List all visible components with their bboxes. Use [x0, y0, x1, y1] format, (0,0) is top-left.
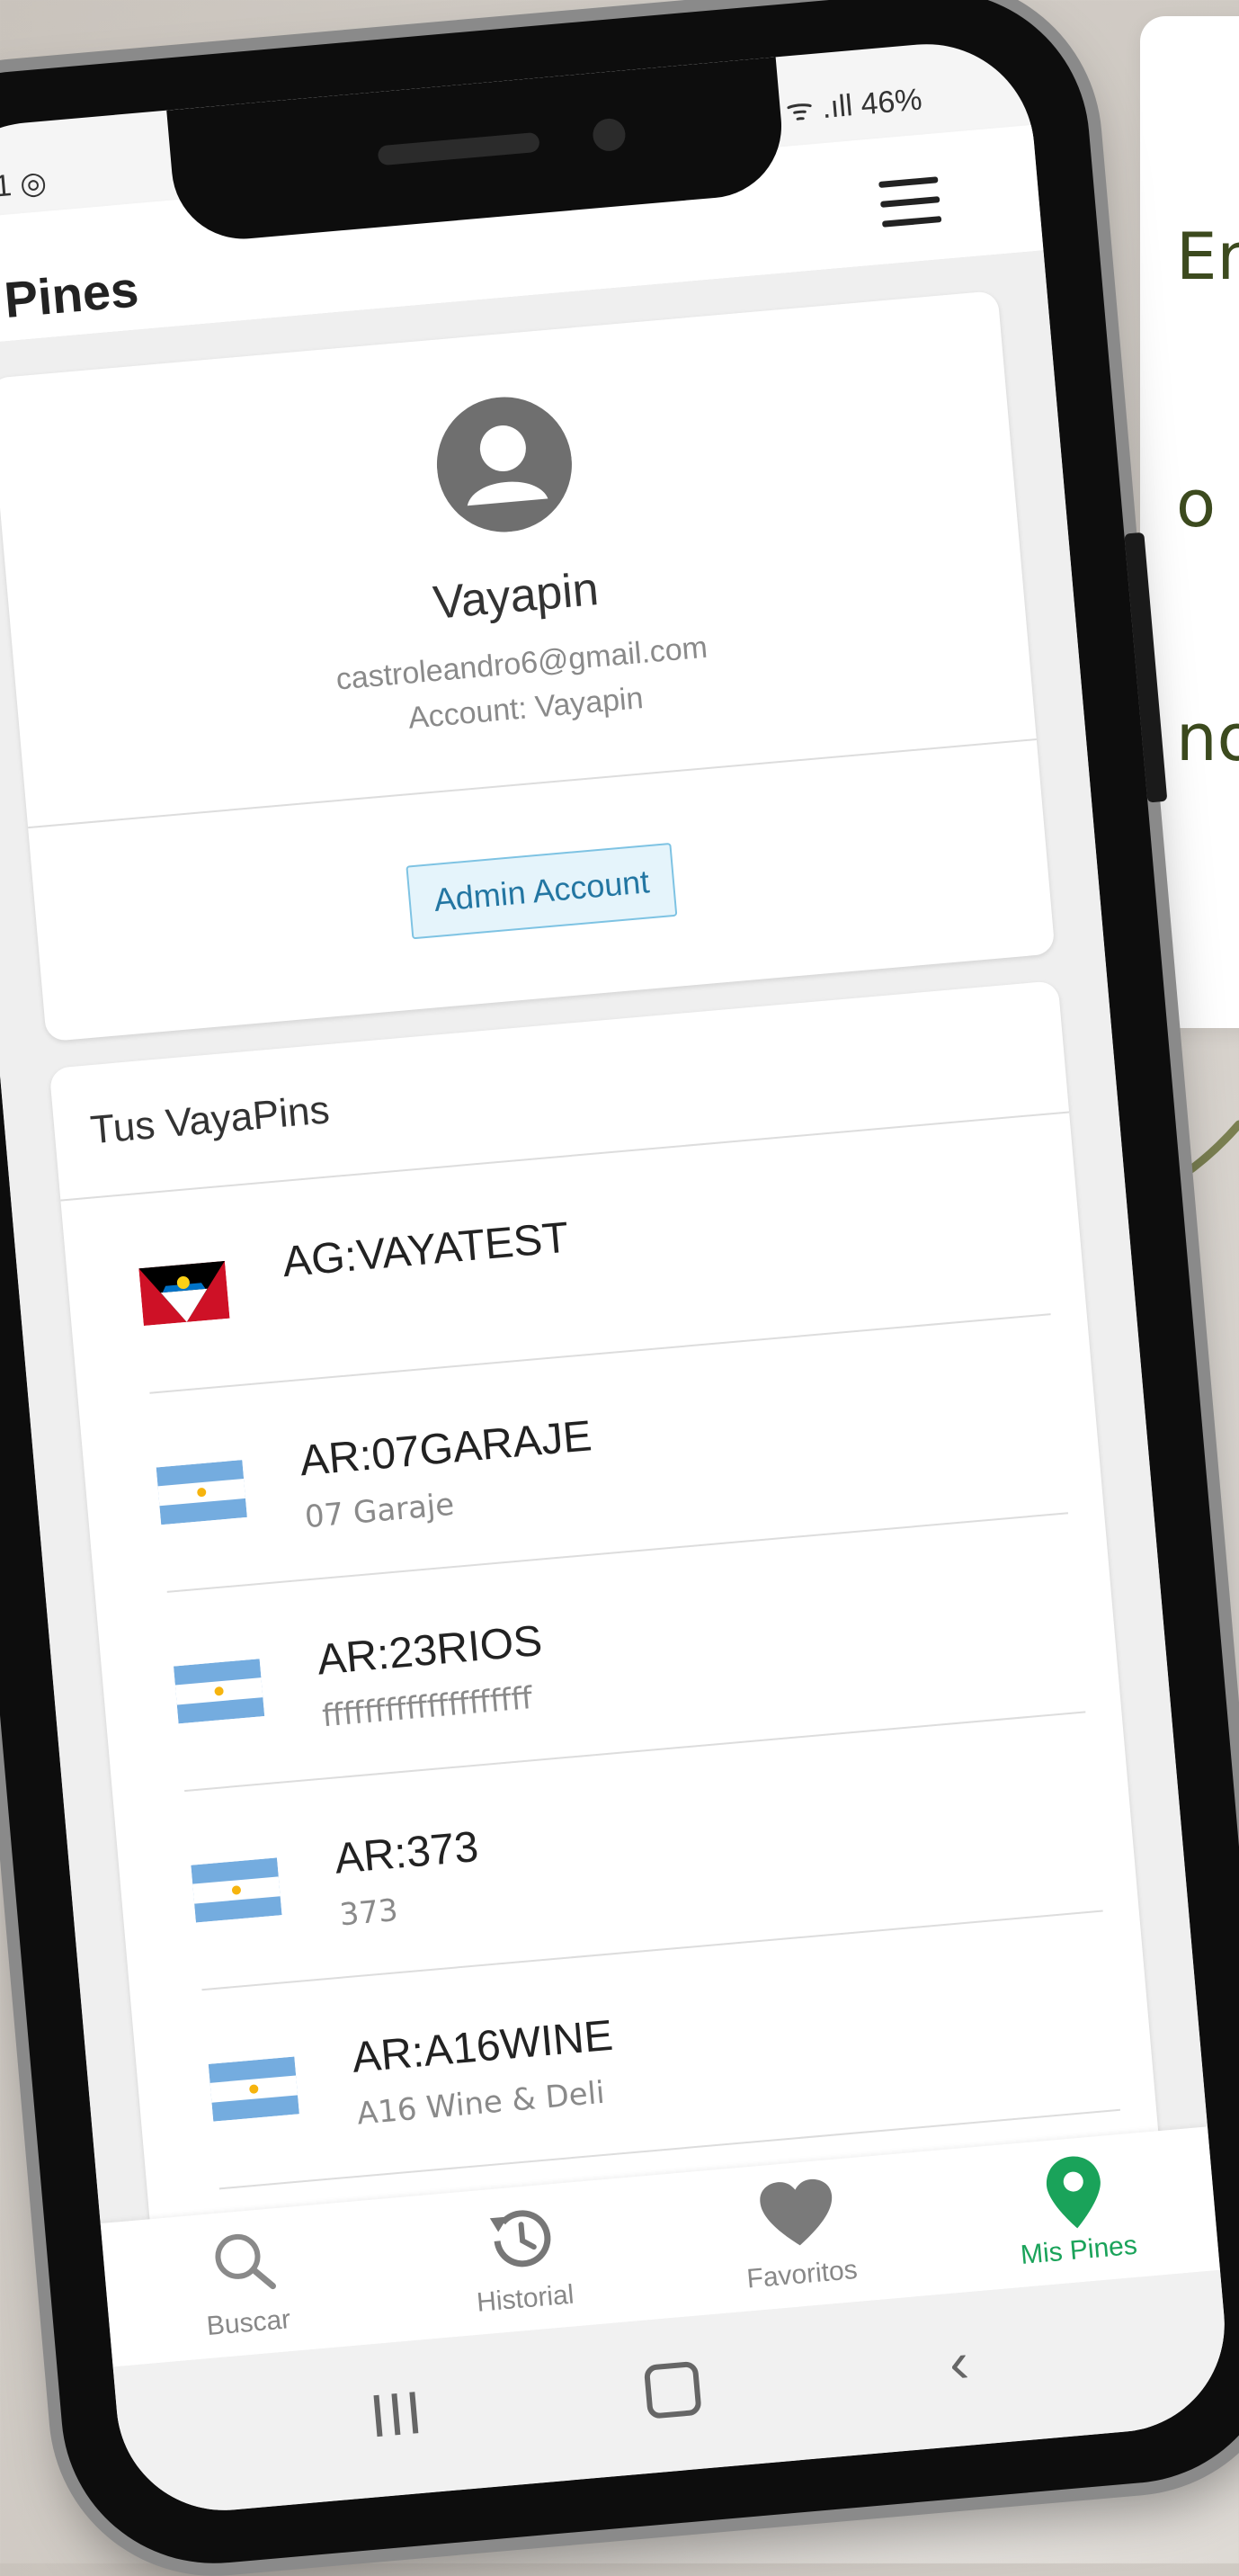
- nav-label: Historial: [475, 2279, 575, 2318]
- page-title: Pines: [2, 260, 141, 329]
- speaker-grille: [377, 131, 540, 166]
- location-pin-icon: [1046, 2156, 1101, 2229]
- avatar-icon: [436, 397, 572, 532]
- search-icon: [214, 2233, 276, 2290]
- nav-label: Mis Pines: [1019, 2230, 1139, 2270]
- pin-code: AG:VAYATEST: [281, 1213, 571, 1287]
- pin-name: A16 Wine & Deli: [355, 2074, 607, 2133]
- recents-icon[interactable]: [370, 2390, 422, 2439]
- antigua-barbuda-flag-icon: [138, 1260, 230, 1327]
- nav-mis-pines[interactable]: Mis Pines: [931, 2126, 1220, 2294]
- phone-mockup: 1 ◎ ᯤ .ıll 46% Pines Vayapin castroleand…: [0, 0, 1239, 2576]
- nav-label: Favoritos: [745, 2254, 859, 2294]
- argentina-flag-icon: [208, 2056, 299, 2122]
- pin-code: AR:A16WINE: [350, 2011, 615, 2082]
- profile-card: Vayapin castroleandro6@gmail.com Account…: [0, 290, 1056, 1042]
- admin-account-button[interactable]: Admin Account: [406, 842, 678, 940]
- pins-list-card: Tus VayaPins AG:VAYATEST AR:07GARAJE 07 …: [49, 980, 1162, 2252]
- status-left: 1 ◎: [0, 165, 49, 204]
- phone-screen: 1 ◎ ᯤ .ıll 46% Pines Vayapin castroleand…: [0, 35, 1234, 2519]
- nav-historial[interactable]: Historial: [378, 2175, 667, 2342]
- nav-favoritos[interactable]: Favoritos: [654, 2151, 943, 2318]
- nav-buscar[interactable]: Buscar: [101, 2199, 390, 2366]
- promo-text-line-3: no: [1176, 700, 1239, 775]
- pin-code: AR:07GARAJE: [298, 1412, 594, 1486]
- main-content[interactable]: Vayapin castroleandro6@gmail.com Account…: [0, 250, 1208, 2252]
- argentina-flag-icon: [191, 1857, 282, 1923]
- argentina-flag-icon: [156, 1460, 247, 1525]
- pin-name: 373: [338, 1892, 400, 1934]
- heart-icon: [759, 2179, 832, 2246]
- nav-label: Buscar: [205, 2304, 292, 2342]
- hamburger-menu-icon[interactable]: [878, 176, 942, 228]
- back-icon[interactable]: ‹: [947, 2329, 972, 2397]
- home-icon[interactable]: [643, 2360, 702, 2419]
- argentina-flag-icon: [174, 1659, 265, 1724]
- front-camera-icon: [591, 117, 627, 153]
- status-right: ᯤ .ıll 46%: [784, 82, 923, 129]
- pin-code: AR:23RIOS: [315, 1616, 545, 1685]
- promo-text-line-1: En: [1176, 219, 1239, 294]
- pin-name: 07 Garaje: [303, 1486, 456, 1536]
- promo-text-line-2: o: [1176, 466, 1217, 541]
- pin-code: AR:373: [333, 1822, 481, 1883]
- history-icon: [489, 2210, 550, 2267]
- pin-name: ffffffffffffffffffff: [320, 1680, 534, 1735]
- promo-text-card: En o no: [1140, 16, 1239, 1028]
